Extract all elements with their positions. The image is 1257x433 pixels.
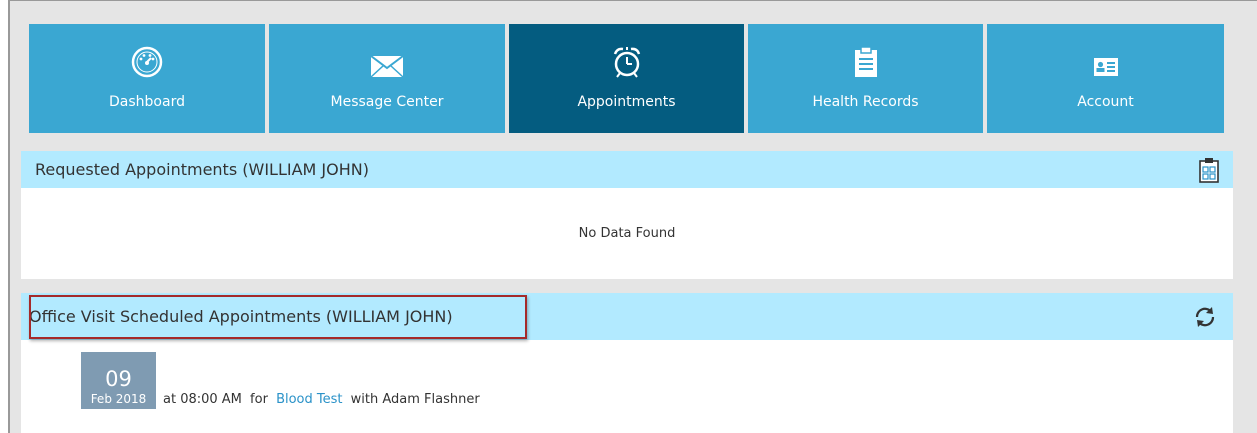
nav-tile-label: Appointments bbox=[577, 94, 676, 110]
nav-tile-account[interactable]: Account bbox=[987, 24, 1224, 133]
scheduled-appointments-header: Office Visit Scheduled Appointments (WIL… bbox=[21, 293, 1233, 340]
clipboard-icon bbox=[854, 44, 878, 80]
no-data-text: No Data Found bbox=[578, 226, 676, 241]
nav-tile-label: Message Center bbox=[330, 94, 444, 110]
date-badge: 09 Feb 2018 bbox=[81, 352, 156, 409]
alarm-clock-icon bbox=[612, 44, 642, 80]
nav-tile-label: Health Records bbox=[812, 94, 919, 110]
appointment-service-link[interactable]: Blood Test bbox=[276, 392, 342, 407]
nav-tile-label: Account bbox=[1077, 94, 1134, 110]
date-month-year: Feb 2018 bbox=[90, 392, 147, 406]
nav-tile-message-center[interactable]: Message Center bbox=[269, 24, 505, 133]
main-nav: Dashboard Message Center Appointments He… bbox=[29, 24, 1227, 133]
envelope-icon bbox=[370, 44, 404, 80]
appointment-row: 09 Feb 2018 at 08:00 AM for Blood Test w… bbox=[81, 352, 484, 409]
date-day: 09 bbox=[105, 367, 132, 391]
nav-tile-appointments[interactable]: Appointments bbox=[509, 24, 744, 133]
refresh-icon[interactable] bbox=[1193, 305, 1217, 329]
id-card-icon bbox=[1093, 44, 1119, 80]
panel-title: Office Visit Scheduled Appointments (WIL… bbox=[29, 307, 453, 326]
requested-appointments-header: Requested Appointments (WILLIAM JOHN) bbox=[21, 151, 1233, 188]
requested-appointments-panel: Requested Appointments (WILLIAM JOHN) No… bbox=[21, 151, 1233, 279]
scheduled-appointments-panel: Office Visit Scheduled Appointments (WIL… bbox=[21, 293, 1233, 433]
nav-tile-dashboard[interactable]: Dashboard bbox=[29, 24, 265, 133]
panel-title: Requested Appointments (WILLIAM JOHN) bbox=[35, 160, 369, 179]
dashboard-gauge-icon bbox=[130, 44, 164, 80]
nav-tile-health-records[interactable]: Health Records bbox=[748, 24, 983, 133]
appointment-provider: with Adam Flashner bbox=[350, 392, 480, 407]
appointment-for-label: for bbox=[250, 392, 268, 407]
nav-tile-label: Dashboard bbox=[109, 94, 185, 110]
appointment-details: at 08:00 AM for Blood Test with Adam Fla… bbox=[163, 392, 484, 407]
appointment-time: at 08:00 AM bbox=[163, 392, 242, 407]
empty-state: No Data Found bbox=[21, 188, 1233, 279]
calendar-clipboard-icon[interactable] bbox=[1199, 157, 1219, 183]
